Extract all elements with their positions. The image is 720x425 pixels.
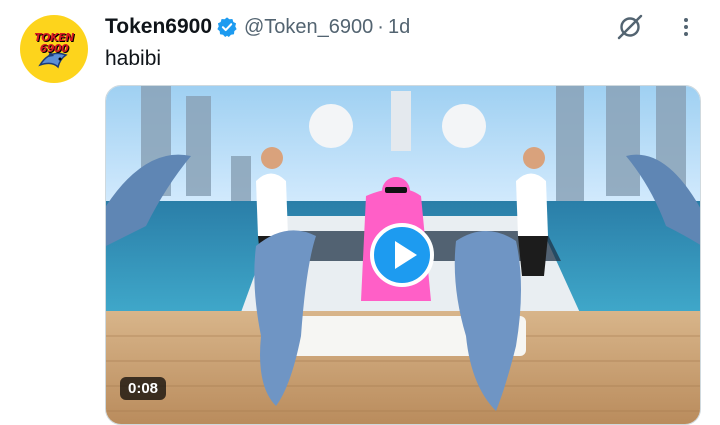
video-duration: 0:08 [120,377,167,400]
play-icon [395,241,417,269]
timestamp[interactable]: 1d [388,16,410,39]
video-player[interactable]: 0:08 [105,85,701,425]
avatar-logo-text: TOKEN 6900 [34,31,74,55]
tweet-text: habibi [105,47,162,70]
author-handle[interactable]: @Token_6900 [244,16,373,39]
more-vertical-icon[interactable] [674,12,698,42]
avatar[interactable]: TOKEN 6900 [20,15,88,83]
author-display-name[interactable]: Token6900 [105,15,212,39]
play-button[interactable] [370,223,434,287]
grok-icon[interactable] [615,12,645,42]
separator-dot: · [377,15,384,38]
tweet-header: Token6900 @Token_6900 · 1d [105,12,410,42]
verified-badge-icon [217,17,237,37]
